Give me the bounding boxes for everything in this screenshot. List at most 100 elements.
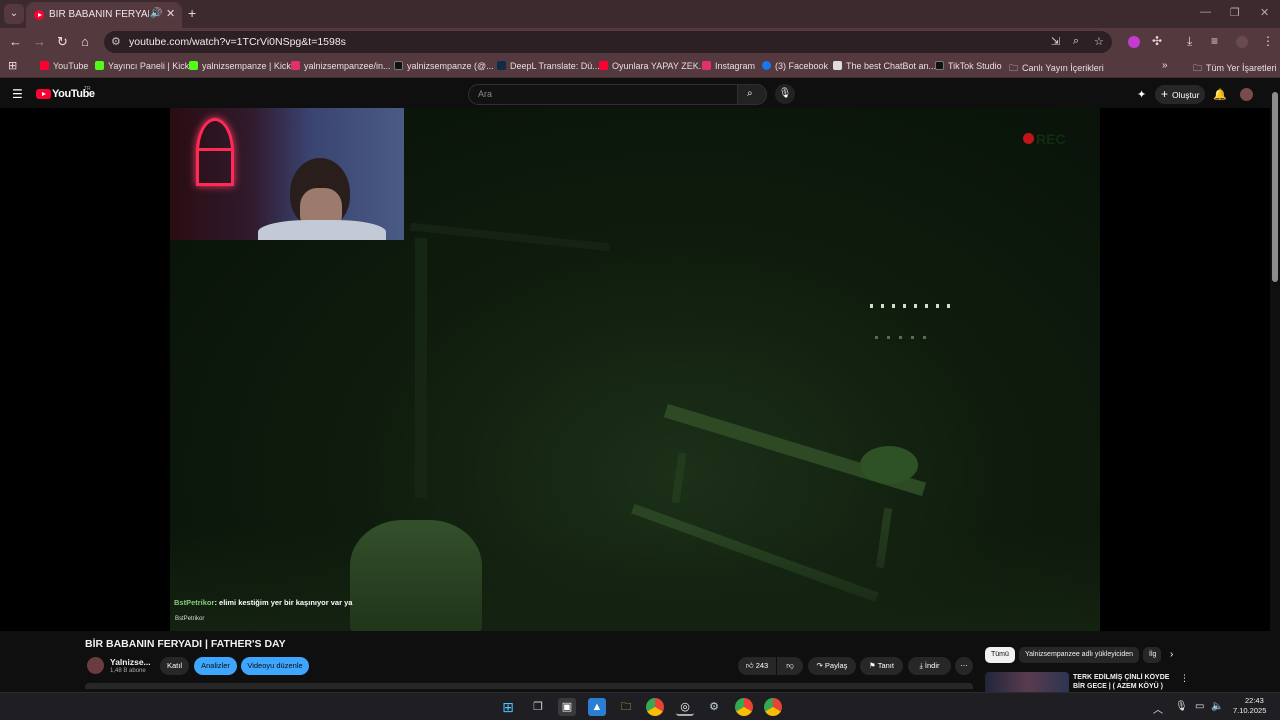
new-tab-plus-icon[interactable]: + <box>188 5 196 21</box>
channel-avatar[interactable] <box>87 657 104 674</box>
bookmark-label: Oyunlara YAPAY ZEK... <box>612 61 707 71</box>
join-button[interactable]: Katıl <box>160 657 189 675</box>
recommended-video-thumbnail[interactable] <box>985 672 1069 692</box>
clock-date[interactable]: 7.10.2025 <box>1233 706 1266 715</box>
bookmark-item[interactable]: yalnizsempanze | Kick <box>189 61 291 71</box>
bookmark-label: yalnizsempanze (@... <box>407 61 494 71</box>
chip-related[interactable]: İlg <box>1143 647 1161 663</box>
speaker-icon[interactable]: 🔊 <box>150 8 162 19</box>
like-button[interactable]: 👍︎ 243 <box>738 657 776 675</box>
voice-search-mic-icon[interactable]: 🎙 <box>775 84 795 104</box>
scrollbar-thumb[interactable] <box>1272 92 1278 282</box>
more-actions-icon[interactable]: ⋯ <box>955 657 973 675</box>
bookmark-item[interactable]: The best ChatBot an... <box>833 61 936 71</box>
studio-sparkle-icon[interactable]: ✦ <box>1137 88 1146 101</box>
share-button[interactable]: ↷ Paylaş <box>808 657 856 675</box>
video-player[interactable]: REC BstPetrikor: elimi kestiğim yer bir … <box>170 108 1100 631</box>
search-button[interactable]: ⌕ <box>737 84 767 105</box>
bookmark-item[interactable]: Yayıncı Paneli | Kick <box>95 61 189 71</box>
bookmark-item[interactable]: yalnizsempanzee/in... <box>291 61 391 71</box>
extensions-puzzle-icon[interactable]: ✣ <box>1152 34 1162 48</box>
bookmark-item[interactable]: (3) Facebook <box>762 61 828 71</box>
bookmark-item[interactable]: DeepL Translate: Dü... <box>497 61 600 71</box>
chevron-right-icon[interactable]: › <box>1170 649 1173 660</box>
bookmark-label: (3) Facebook <box>775 61 829 71</box>
chat-footer: BstPetrikor <box>175 616 205 622</box>
address-bar[interactable]: ⚙ youtube.com/watch?v=1TCrVi0NSpg&t=1598… <box>104 31 1112 53</box>
chip-from-uploader[interactable]: Yalnizsempanzee adlı yükleyiciden <box>1019 647 1140 663</box>
more-bookmarks-chevron-icon[interactable]: » <box>1162 60 1168 71</box>
bookmark-item[interactable]: YouTube <box>40 61 88 71</box>
file-explorer-icon[interactable]: 🗀 <box>617 698 635 716</box>
country-code: TR <box>84 86 91 92</box>
tab-title: BİR BABANIN FERYADI | FATHER'S DAY <box>49 9 149 20</box>
browser-tab-active[interactable]: BİR BABANIN FERYADI | FATHER'S DAY 🔊 ✕ <box>26 2 182 28</box>
edit-video-button[interactable]: Videoyu düzenle <box>241 657 309 675</box>
streamer-body <box>258 220 386 240</box>
back-arrow-icon[interactable]: ← <box>9 34 22 49</box>
profile-avatar-icon[interactable] <box>1236 36 1248 48</box>
youtube-logo-icon[interactable] <box>36 89 51 99</box>
bookmark-favicon-icon <box>833 61 842 70</box>
reload-icon[interactable]: ↻ <box>57 34 68 50</box>
clock-time[interactable]: 22:43 <box>1245 696 1264 705</box>
recommended-more-icon[interactable]: ⋮ <box>1180 673 1189 684</box>
steam-icon[interactable]: ⚙ <box>705 698 723 716</box>
display-icon[interactable]: ▭ <box>1195 701 1204 712</box>
download-icon[interactable]: ⤓ <box>1187 34 1192 49</box>
bookmark-item[interactable]: Oyunlara YAPAY ZEK... <box>599 61 706 71</box>
photos-app-icon[interactable]: ▲ <box>588 698 606 716</box>
channel-name[interactable]: Yalnizse... <box>110 657 151 667</box>
chrome-icon[interactable] <box>646 698 664 716</box>
page-scrollbar[interactable] <box>1270 80 1280 692</box>
bookmark-star-icon[interactable]: ☆ <box>1094 35 1104 48</box>
account-avatar[interactable] <box>1240 88 1253 101</box>
obs-app-icon[interactable]: ◎ <box>676 698 694 716</box>
url-text[interactable]: youtube.com/watch?v=1TCrVi0NSpg&t=1598s <box>129 36 346 48</box>
dislike-button[interactable]: 👎︎ <box>777 657 803 675</box>
analytics-button[interactable]: Analizler <box>194 657 237 675</box>
bookmark-item[interactable]: Instagram <box>702 61 755 71</box>
window-close-icon[interactable]: ✕ <box>1260 6 1269 19</box>
all-bookmarks-folder[interactable]: 🗀 Tüm Yer İşaretleri <box>1193 61 1277 77</box>
youtube-header: ☰ YouTube TR Ara ⌕ 🎙 ✦ + Oluştur 🔔 <box>0 80 1280 108</box>
chip-all[interactable]: Tümü <box>985 647 1015 663</box>
site-info-icon[interactable]: ⚙ <box>111 35 121 48</box>
grass <box>170 528 1100 631</box>
bookmark-favicon-icon <box>762 61 771 70</box>
volume-icon[interactable]: 🔈 <box>1211 701 1223 712</box>
extension-avatar-icon[interactable] <box>1128 36 1140 48</box>
forward-arrow-icon[interactable]: → <box>33 34 46 49</box>
reading-list-icon[interactable]: ≡ <box>1211 34 1218 48</box>
description-box[interactable] <box>85 683 973 689</box>
create-button[interactable]: + Oluştur <box>1155 85 1205 104</box>
chrome-profile-icon[interactable] <box>735 698 753 716</box>
home-icon[interactable]: ⌂ <box>81 34 89 49</box>
notifications-bell-icon[interactable]: 🔔 <box>1213 88 1227 101</box>
search-input[interactable]: Ara <box>468 84 738 105</box>
thumbs-up-icon: 👍︎ <box>745 661 756 670</box>
task-view-icon[interactable]: ❐ <box>529 698 547 716</box>
promote-button[interactable]: ⚑ Tanıt <box>860 657 903 675</box>
hamburger-menu-icon[interactable]: ☰ <box>12 87 23 101</box>
recommended-video-title[interactable]: TERK EDİLMİŞ ÇİNLİ KÖYDE BİR GECE | ( AZ… <box>1073 673 1178 691</box>
browser-menu-icon[interactable]: ⋮ <box>1262 34 1274 48</box>
capture-app-icon[interactable]: ▣ <box>558 698 576 716</box>
microphone-icon[interactable]: 🎙 <box>1175 701 1188 712</box>
bookmark-item[interactable]: yalnizsempanze (@... <box>394 61 494 71</box>
bookmark-folder[interactable]: 🗀 Canlı Yayın İçerikleri <box>1009 61 1104 77</box>
tab-search-chevron-icon[interactable]: ⌄ <box>4 4 24 24</box>
tray-overflow-chevron-icon[interactable]: ︿ <box>1153 701 1163 716</box>
fence-post <box>415 238 427 498</box>
download-button[interactable]: ⤓ İndir <box>908 657 951 675</box>
tab-close-icon[interactable]: ✕ <box>166 7 175 20</box>
restore-icon[interactable]: ❐ <box>1230 6 1240 19</box>
chrome-profile-2-icon[interactable] <box>764 698 782 716</box>
windows-start-icon[interactable]: ⊞ <box>499 698 517 716</box>
bookmark-item[interactable]: TikTok Studio <box>935 61 1002 71</box>
megaphone-icon: ⚑ <box>869 661 878 670</box>
zoom-icon[interactable]: ⌕ <box>1073 35 1079 48</box>
minimize-icon[interactable]: — <box>1200 6 1211 18</box>
install-app-icon[interactable]: ⇲ <box>1051 35 1060 48</box>
apps-grid-icon[interactable]: ⊞ <box>8 59 17 72</box>
